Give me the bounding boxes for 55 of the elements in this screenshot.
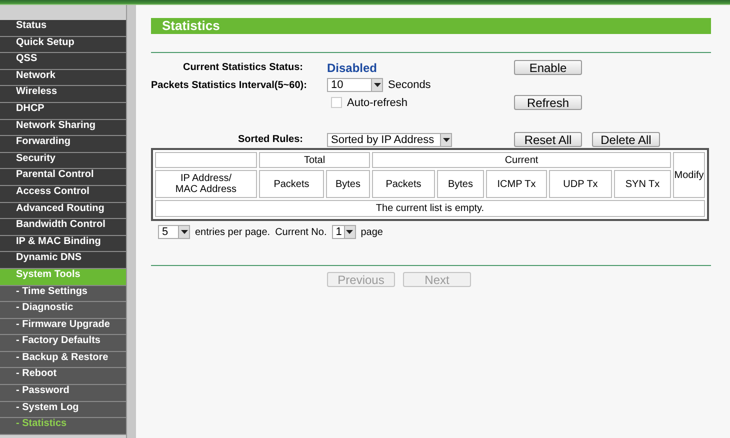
sidebar-item[interactable]: Network: [0, 70, 126, 86]
sidebar-item[interactable]: - Factory Defaults: [0, 335, 126, 352]
column-header: UDP Tx: [549, 170, 612, 198]
action-button[interactable]: Reset All: [514, 132, 582, 147]
column-group-header: Total: [259, 152, 370, 168]
sidebar-item[interactable]: Quick Setup: [0, 36, 126, 54]
page-title: Statistics: [151, 18, 711, 34]
field-label: Current Statistics Status:: [182, 62, 303, 73]
sidebar-item[interactable]: - Reboot: [0, 368, 126, 386]
sidebar-item[interactable]: Dynamic DNS: [0, 252, 126, 269]
empty-message: The current list is empty.: [155, 200, 705, 217]
sidebar-item[interactable]: Forwarding: [0, 136, 126, 153]
action-button[interactable]: Refresh: [514, 95, 582, 110]
unit-label: Seconds: [388, 79, 431, 91]
column-header: Modify: [673, 152, 705, 198]
column-header: ICMP Tx: [486, 170, 547, 198]
status-value: Disabled: [327, 60, 378, 74]
column-header: SYN Tx: [614, 170, 671, 198]
sort-select[interactable]: Sorted by IP Address: [327, 132, 452, 146]
checkbox-label: Auto-refresh: [347, 96, 408, 108]
column-header: Packets: [259, 170, 324, 198]
column-header: Bytes: [437, 170, 484, 198]
scrollbar[interactable]: [126, 5, 136, 438]
column-header: Packets: [372, 170, 435, 198]
sidebar-item[interactable]: - Time Settings: [0, 286, 126, 302]
column-header: IP Address/ MAC Address: [155, 170, 257, 198]
sidebar-item[interactable]: QSS: [0, 53, 126, 70]
sidebar-item[interactable]: Network Sharing: [0, 120, 126, 136]
sidebar-item[interactable]: - Backup & Restore: [0, 352, 126, 368]
per-page-select[interactable]: 5: [158, 225, 190, 239]
pager-label: entries per page.: [195, 226, 270, 238]
column-group-header: Current: [372, 152, 671, 168]
sidebar-item[interactable]: - Password: [0, 385, 126, 402]
sidebar-item[interactable]: - Firmware Upgrade: [0, 318, 126, 336]
sidebar-item[interactable]: Wireless: [0, 86, 126, 103]
sidebar-item[interactable]: Bandwidth Control: [0, 219, 126, 236]
sidebar-item[interactable]: Access Control: [0, 186, 126, 203]
interval-select[interactable]: 10: [327, 78, 383, 92]
page-select[interactable]: 1: [332, 225, 356, 239]
pager-label: Current No.: [275, 226, 327, 238]
action-button[interactable]: Delete All: [592, 132, 660, 147]
sidebar-item[interactable]: - Statistics: [0, 418, 126, 435]
sidebar-item[interactable]: - Diagnostic: [0, 302, 126, 319]
sidebar-item[interactable]: - System Log: [0, 402, 126, 418]
sidebar-item[interactable]: Security: [0, 152, 126, 170]
sidebar-item[interactable]: Parental Control: [0, 169, 126, 186]
sidebar-item[interactable]: IP & MAC Binding: [0, 236, 126, 252]
sidebar-item[interactable]: Status: [0, 20, 126, 37]
pager-label: page: [360, 226, 383, 238]
column-header: Bytes: [326, 170, 370, 198]
sidebar-item[interactable]: DHCP: [0, 102, 126, 120]
field-label: Sorted Rules:: [236, 134, 303, 145]
sidebar-item[interactable]: Advanced Routing: [0, 202, 126, 220]
checkbox[interactable]: [331, 97, 342, 108]
action-button[interactable]: Enable: [514, 60, 582, 75]
